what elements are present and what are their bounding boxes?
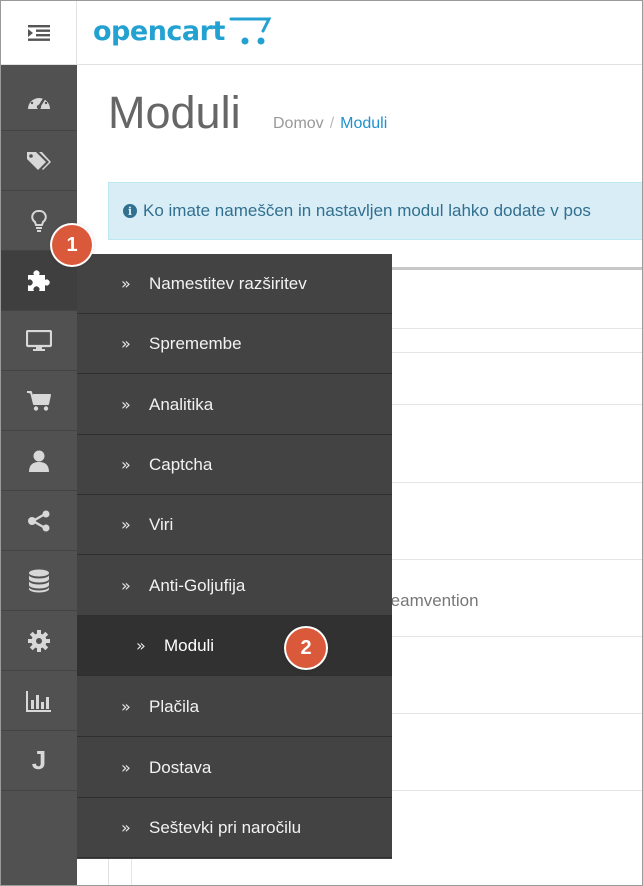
- tags-icon: [27, 151, 51, 170]
- desktop-icon: [26, 329, 52, 351]
- hamburger-indent-icon: [27, 25, 50, 41]
- partial-row-text: reamvention: [385, 591, 479, 610]
- sidebar-item-customers[interactable]: [1, 431, 77, 491]
- j-icon: J: [31, 745, 47, 775]
- double-chevron-right-icon: »: [121, 515, 131, 534]
- sidebar-item-design[interactable]: [1, 311, 77, 371]
- flyout-item-label: Moduli: [164, 635, 215, 655]
- sidebar-icon-column: J: [1, 65, 77, 885]
- step-badge-2: 2: [286, 628, 326, 668]
- flyout-item-label: Spremembe: [149, 333, 242, 353]
- double-chevron-right-icon: »: [121, 455, 131, 474]
- share-icon: [28, 510, 50, 531]
- double-chevron-right-icon: »: [121, 395, 131, 414]
- flyout-item-label: Viri: [149, 514, 174, 534]
- flyout-item-label: Seštevki pri naročilu: [149, 817, 302, 837]
- double-chevron-right-icon: »: [121, 576, 131, 595]
- extensions-flyout-menu: » Namestitev razširitev » Spremembe » An…: [77, 254, 392, 859]
- breadcrumb: Domov / Moduli: [273, 115, 387, 133]
- logo-text: opencart: [93, 15, 225, 47]
- double-chevron-right-icon: »: [121, 697, 131, 716]
- flyout-item-label: Plačila: [149, 696, 200, 716]
- top-header: opencart: [1, 1, 642, 65]
- sidebar-item-marketing[interactable]: [1, 491, 77, 551]
- flyout-item-modules[interactable]: » Moduli: [77, 616, 392, 676]
- user-icon: [29, 450, 49, 472]
- shopping-cart-icon: [27, 390, 51, 411]
- double-chevron-right-icon: »: [121, 818, 131, 837]
- flyout-item-label: Dostava: [149, 757, 212, 777]
- step-badge-1: 1: [52, 225, 92, 265]
- flyout-item-order-totals[interactable]: » Seštevki pri naročilu: [77, 798, 392, 858]
- flyout-item-analytics[interactable]: » Analitika: [77, 375, 392, 435]
- bar-chart-icon: [26, 690, 51, 712]
- lightbulb-icon: [31, 209, 47, 232]
- dashboard-icon: [28, 94, 50, 109]
- gear-icon: [28, 629, 50, 652]
- info-circle-icon: i: [123, 204, 137, 218]
- sidebar-item-sales[interactable]: [1, 371, 77, 431]
- flyout-item-modifications[interactable]: » Spremembe: [77, 314, 392, 374]
- info-alert: i Ko imate nameščen in nastavljen modul …: [108, 182, 642, 240]
- double-chevron-right-icon: »: [121, 274, 131, 293]
- sidebar-item-dashboard[interactable]: [1, 71, 77, 131]
- menu-toggle-button[interactable]: [1, 1, 77, 65]
- sidebar-item-catalog[interactable]: [1, 131, 77, 191]
- breadcrumb-current-link[interactable]: Moduli: [340, 115, 387, 132]
- flyout-item-label: Namestitev razširitev: [149, 273, 307, 293]
- double-chevron-right-icon: »: [136, 636, 146, 655]
- double-chevron-right-icon: »: [121, 334, 131, 353]
- flyout-item-label: Anti-Goljufija: [149, 575, 246, 595]
- sidebar-item-reports[interactable]: [1, 671, 77, 731]
- flyout-item-captcha[interactable]: » Captcha: [77, 435, 392, 495]
- page-title: Moduli: [108, 87, 241, 138]
- flyout-item-payments[interactable]: » Plačila: [77, 677, 392, 737]
- flyout-item-label: Analitika: [149, 394, 214, 414]
- flyout-item-anti-fraud[interactable]: » Anti-Goljufija: [77, 556, 392, 616]
- flyout-item-install[interactable]: » Namestitev razširitev: [77, 254, 392, 314]
- flyout-item-feeds[interactable]: » Viri: [77, 495, 392, 555]
- flyout-item-label: Captcha: [149, 454, 213, 474]
- info-alert-text: Ko imate nameščen in nastavljen modul la…: [143, 201, 591, 220]
- double-chevron-right-icon: »: [121, 758, 131, 777]
- app-window: opencart J Moduli Domov / Moduli i Ko im…: [0, 0, 643, 886]
- breadcrumb-separator: /: [329, 115, 335, 132]
- flyout-item-shipping[interactable]: » Dostava: [77, 738, 392, 798]
- opencart-logo[interactable]: opencart: [93, 9, 279, 53]
- sidebar-item-settings[interactable]: [1, 611, 77, 671]
- database-icon: [29, 569, 49, 592]
- sidebar-item-system-db[interactable]: [1, 551, 77, 611]
- puzzle-icon: [28, 269, 50, 291]
- sidebar-item-j[interactable]: J: [1, 731, 77, 791]
- logo-cart-icon: [229, 17, 272, 45]
- breadcrumb-home-link[interactable]: Domov: [273, 115, 324, 132]
